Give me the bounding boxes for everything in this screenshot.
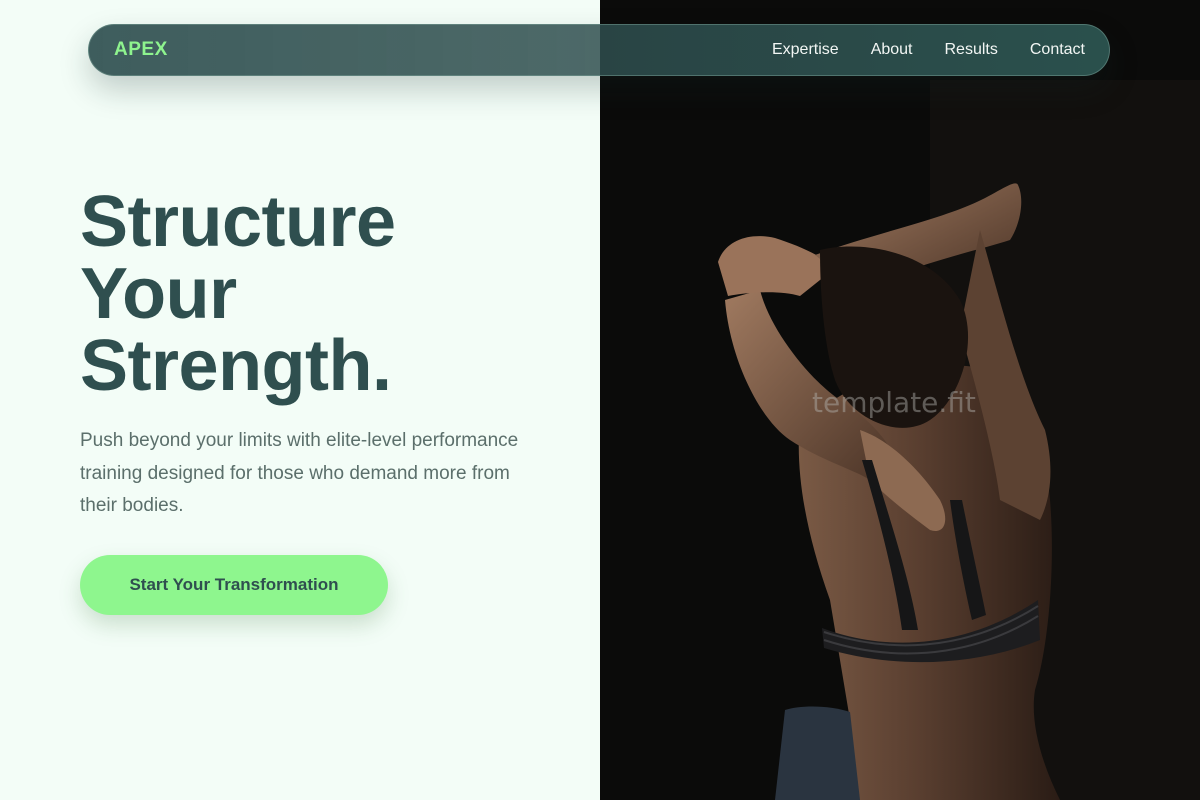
- nav-link-expertise[interactable]: Expertise: [772, 41, 839, 59]
- start-transformation-button[interactable]: Start Your Transformation: [80, 555, 388, 615]
- hero-title-line-2: Your: [80, 254, 237, 334]
- nav-link-contact[interactable]: Contact: [1030, 41, 1085, 59]
- hero-title-line-3: Strength.: [80, 326, 392, 406]
- hero-title-line-1: Structure: [80, 182, 396, 262]
- page: APEX Expertise About Results Contact Str…: [0, 0, 1200, 800]
- hero-subtitle: Push beyond your limits with elite-level…: [80, 430, 519, 516]
- hero-title: Structure Your Strength.: [80, 186, 396, 402]
- brand-logo[interactable]: APEX: [114, 39, 168, 61]
- nav-link-results[interactable]: Results: [945, 41, 998, 59]
- nav-links: Expertise About Results Contact: [772, 41, 1085, 59]
- nav-link-about[interactable]: About: [871, 41, 913, 59]
- top-navbar: APEX Expertise About Results Contact: [88, 24, 1110, 76]
- watermark-text: template.fit: [812, 386, 976, 419]
